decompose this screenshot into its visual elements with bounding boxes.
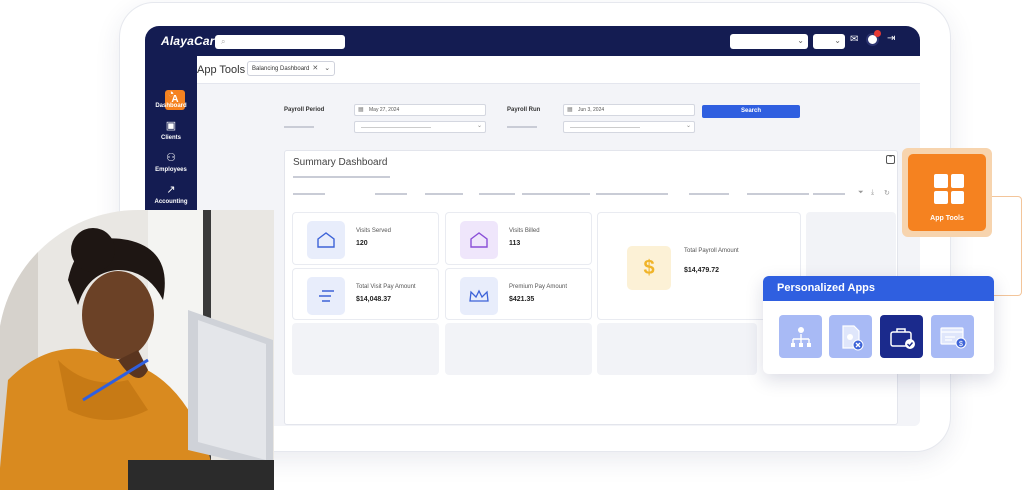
payroll-run-dropdown[interactable]: ⌄ (563, 121, 695, 133)
card-visits-served: Visits Served 120 (292, 212, 439, 265)
placeholder-line (284, 126, 314, 128)
column-header (747, 193, 809, 195)
payroll-period-date-input[interactable]: ▦ May 27, 2024 (354, 104, 486, 116)
sidebar-item-label: Clients (160, 135, 181, 141)
notification-badge (874, 30, 881, 37)
personalized-apps-panel: Personalized Apps $ (763, 276, 994, 374)
collapse-icon[interactable]: ⌃ (886, 155, 895, 164)
global-search-input[interactable]: ⌕ (215, 35, 345, 49)
page-title: App Tools (197, 64, 246, 76)
card-title: Visits Billed (509, 228, 540, 234)
logout-icon[interactable]: ⇥ (887, 33, 895, 44)
sidebar-item-label: Dashboard (155, 103, 187, 109)
sidebar-item-accounting[interactable]: ↗ Accounting (145, 184, 197, 205)
people-icon: ⚇ (166, 152, 176, 164)
card-value: $421.35 (509, 296, 535, 303)
column-header (375, 193, 407, 195)
app-tools-tile[interactable]: App Tools (902, 148, 992, 237)
chevron-down-icon: ⌄ (685, 123, 691, 129)
card-title: Total Visit Pay Amount (356, 284, 416, 290)
connector-line (992, 196, 1022, 296)
payroll-period-label: Payroll Period (284, 107, 325, 113)
chart-icon: ↗ (166, 184, 176, 196)
stage: AlayaCare ⌕ ⌄ ⌄ ✉ ⇥ A ◔ Dashboard ▣ Clie… (0, 0, 1024, 490)
sidebar-item-clients[interactable]: ▣ Clients (145, 120, 197, 141)
dollar-icon: $ (627, 246, 671, 290)
sidebar-item-employees[interactable]: ⚇ Employees (145, 152, 197, 173)
card-premium-pay: Premium Pay Amount $421.35 (445, 268, 592, 320)
chevron-down-icon[interactable]: ⌄ (324, 65, 330, 72)
calendar-icon: ▦ (567, 107, 573, 113)
calendar-icon: ▦ (358, 107, 364, 113)
grid-icon (934, 174, 964, 204)
sidebar-item-label: Accounting (154, 199, 188, 205)
briefcase-check-icon[interactable] (880, 315, 923, 358)
branch-select[interactable]: ⌄ (730, 34, 808, 49)
card-title: Premium Pay Amount (509, 284, 568, 290)
payroll-period-dropdown[interactable]: ⌄ (354, 121, 486, 133)
card-title: Total Payroll Amount (684, 248, 739, 254)
card-placeholder (445, 323, 592, 375)
card-placeholder (292, 323, 439, 375)
placeholder-line (507, 126, 537, 128)
app-header: App Tools Balancing Dashboard ✕ ⌄ (197, 56, 920, 84)
svg-text:$: $ (959, 341, 963, 348)
card-placeholder (597, 323, 757, 375)
document-remove-icon[interactable] (829, 315, 872, 358)
search-icon: ⌕ (221, 37, 226, 46)
card-total-visit-pay: Total Visit Pay Amount $14,048.37 (292, 268, 439, 320)
date-value: May 27, 2024 (369, 107, 400, 113)
payroll-run-date-input[interactable]: ▦ Jun 3, 2024 (563, 104, 695, 116)
personalized-apps-title: Personalized Apps (763, 276, 994, 301)
card-value: $14,479.72 (684, 267, 720, 274)
card-value: 120 (356, 240, 368, 247)
alayacare-logo[interactable]: AlayaCare (161, 34, 222, 48)
date-value: Jun 3, 2024 (578, 107, 605, 113)
woman-with-laptop-photo (0, 210, 274, 490)
sidebar-item-dashboard[interactable]: ◔ Dashboard (145, 88, 197, 109)
tab-label: Balancing Dashboard (252, 66, 310, 72)
column-header (293, 193, 325, 195)
card-value: $14,048.37 (356, 296, 392, 303)
mail-icon[interactable]: ✉ (850, 34, 858, 45)
search-button[interactable]: Search (702, 105, 800, 118)
column-header (479, 193, 515, 195)
id-card-icon: ▣ (165, 120, 177, 132)
house-icon (460, 221, 498, 259)
tab-balancing-dashboard[interactable]: Balancing Dashboard ✕ ⌄ (247, 61, 336, 76)
house-icon (307, 221, 345, 259)
card-value: 113 (509, 240, 521, 247)
filter-icon[interactable]: ⏷ (858, 189, 864, 197)
chevron-down-icon: ⌄ (797, 36, 804, 45)
sidebar-item-label: Employees (155, 167, 187, 173)
gauge-icon: ◔ (167, 88, 175, 100)
lines-icon (307, 277, 345, 315)
payment-window-icon[interactable]: $ (931, 315, 974, 358)
column-header (425, 193, 463, 195)
app-tools-button[interactable]: App Tools (908, 154, 986, 231)
top-navbar: AlayaCare ⌕ ⌄ ⌄ ✉ ⇥ (145, 26, 920, 56)
app-tools-label: App Tools (930, 215, 964, 222)
placeholder-line (293, 176, 390, 178)
refresh-icon[interactable]: ↻ (884, 189, 890, 197)
summary-title: Summary Dashboard (293, 157, 388, 168)
column-header (522, 193, 590, 195)
card-title: Visits Served (356, 228, 391, 234)
payroll-run-label: Payroll Run (507, 107, 541, 113)
download-icon[interactable]: ⤓ (871, 189, 874, 197)
column-header (689, 193, 729, 195)
column-header (596, 193, 668, 195)
column-header (813, 193, 845, 195)
chevron-down-icon: ⌄ (476, 123, 482, 129)
org-chart-icon[interactable] (779, 315, 822, 358)
close-icon[interactable]: ✕ (312, 65, 318, 72)
language-select[interactable]: ⌄ (813, 34, 845, 49)
chevron-down-icon: ⌄ (834, 36, 841, 45)
crown-icon (460, 277, 498, 315)
card-visits-billed: Visits Billed 113 (445, 212, 592, 265)
